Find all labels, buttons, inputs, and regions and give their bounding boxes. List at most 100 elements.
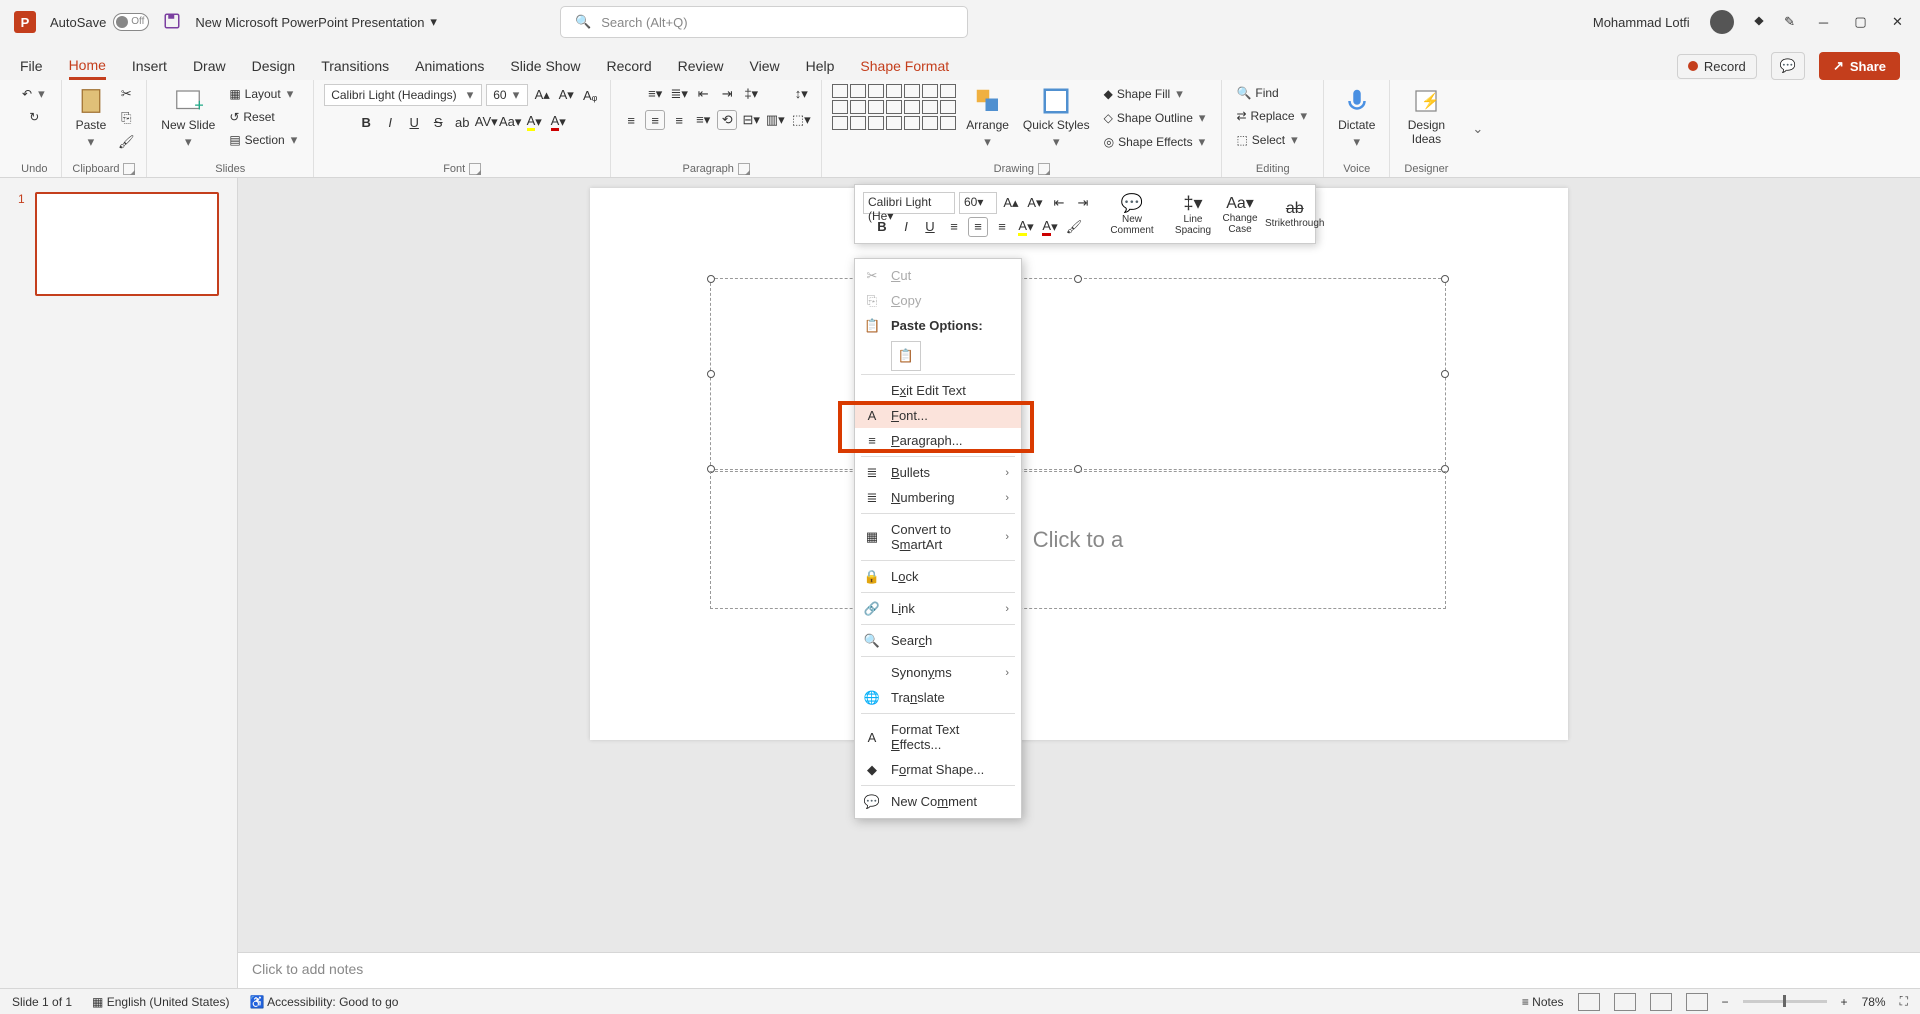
paragraph-launcher[interactable] [738, 163, 750, 175]
justify-button[interactable]: ≡▾ [693, 110, 713, 130]
select-button[interactable]: ⬚ Select▾ [1232, 130, 1303, 150]
sorter-view-button[interactable] [1614, 993, 1636, 1011]
underline-button[interactable]: U [404, 112, 424, 132]
paint-icon[interactable]: ✎ [1784, 14, 1795, 30]
smartart-button[interactable]: ⬚▾ [791, 110, 811, 130]
tab-draw[interactable]: Draw [193, 52, 226, 80]
minimize-button[interactable]: ─ [1815, 14, 1832, 31]
zoom-level[interactable]: 78% [1862, 995, 1886, 1009]
font-name-input[interactable]: Calibri Light (Headings)▾ [324, 84, 482, 106]
mini-italic[interactable]: I [896, 217, 916, 237]
tab-help[interactable]: Help [806, 52, 835, 80]
zoom-in-button[interactable]: + [1841, 995, 1848, 1009]
dictate-button[interactable]: Dictate▾ [1334, 84, 1379, 152]
ctx-new-comment[interactable]: 💬New Comment [855, 789, 1021, 814]
tab-view[interactable]: View [750, 52, 780, 80]
shadow-button[interactable]: ab [452, 112, 472, 132]
ctx-paragraph[interactable]: ≡Paragraph... [855, 428, 1021, 453]
mini-align-right[interactable]: ≡ [992, 217, 1012, 237]
mini-font-color[interactable]: A▾ [1040, 217, 1060, 237]
tab-review[interactable]: Review [678, 52, 724, 80]
ctx-exit-edit[interactable]: Exit Edit Text [855, 378, 1021, 403]
slide-canvas[interactable]: Click to a [590, 188, 1568, 740]
align-text-button[interactable]: ⊟▾ [741, 110, 761, 130]
tab-transitions[interactable]: Transitions [321, 52, 389, 80]
notes-area[interactable]: Click to add notes [238, 952, 1920, 988]
slideshow-view-button[interactable] [1686, 993, 1708, 1011]
ctx-translate[interactable]: 🌐Translate [855, 685, 1021, 710]
tab-record[interactable]: Record [606, 52, 651, 80]
tab-insert[interactable]: Insert [132, 52, 167, 80]
mini-font-name[interactable]: Calibri Light (He▾ [863, 192, 955, 214]
zoom-slider[interactable] [1743, 1000, 1827, 1003]
title-placeholder[interactable] [710, 278, 1446, 470]
zoom-out-button[interactable]: − [1722, 995, 1729, 1009]
grow-font-button[interactable]: A▴ [532, 85, 552, 105]
tab-design[interactable]: Design [252, 52, 296, 80]
mini-underline[interactable]: U [920, 217, 940, 237]
copy-button[interactable]: ⎘ [116, 108, 136, 128]
numbering-button[interactable]: ≣▾ [669, 84, 689, 104]
ctx-numbering[interactable]: ≣Numbering› [855, 485, 1021, 510]
toggle-switch[interactable]: Off [113, 13, 149, 31]
maximize-button[interactable]: ▢ [1852, 14, 1869, 31]
spacing-button[interactable]: AV▾ [476, 112, 496, 132]
fit-window-button[interactable]: ⛶ [1900, 994, 1908, 1009]
tab-animations[interactable]: Animations [415, 52, 484, 80]
shape-fill-button[interactable]: ◆ Shape Fill▾ [1100, 84, 1189, 104]
avatar[interactable] [1710, 10, 1734, 34]
slide-thumbnail[interactable] [35, 192, 219, 296]
mini-line-spacing[interactable]: ‡▾Line Spacing [1171, 193, 1215, 236]
format-painter-button[interactable]: 🖌 [116, 132, 136, 152]
font-color-button[interactable]: A▾ [548, 112, 568, 132]
highlight-button[interactable]: A▾ [524, 112, 544, 132]
font-size-input[interactable]: 60▾ [486, 84, 528, 106]
language-status[interactable]: ▦ English (United States) [92, 995, 229, 1009]
autosave-toggle[interactable]: AutoSave Off [50, 13, 149, 31]
ctx-format-shape[interactable]: ◆Format Shape... [855, 757, 1021, 782]
record-button[interactable]: Record [1677, 54, 1757, 79]
diamond-icon[interactable]: ⯁ [1754, 14, 1764, 30]
tab-slideshow[interactable]: Slide Show [510, 52, 580, 80]
close-button[interactable]: ✕ [1889, 14, 1906, 31]
line-spacing-button[interactable]: ‡▾ [741, 84, 761, 104]
reset-button[interactable]: ↺ Reset [225, 108, 278, 126]
align-right-button[interactable]: ≡ [669, 110, 689, 130]
mini-grow-font[interactable]: A▴ [1001, 193, 1021, 213]
strike-button[interactable]: S [428, 112, 448, 132]
tab-home[interactable]: Home [69, 51, 106, 80]
design-ideas-button[interactable]: ⚡Design Ideas [1400, 84, 1452, 148]
clipboard-launcher[interactable] [123, 163, 135, 175]
mini-change-case[interactable]: Aa▾Change Case [1219, 193, 1261, 235]
mini-shrink-font[interactable]: A▾ [1025, 193, 1045, 213]
ctx-synonyms[interactable]: Synonyms› [855, 660, 1021, 685]
bold-button[interactable]: B [356, 112, 376, 132]
drawing-launcher[interactable] [1038, 163, 1050, 175]
save-icon[interactable] [163, 12, 181, 33]
section-button[interactable]: ▤ Section▾ [225, 130, 303, 150]
ctx-paste-option[interactable]: 📋 [891, 341, 921, 371]
reading-view-button[interactable] [1650, 993, 1672, 1011]
notes-button[interactable]: ≡ Notes [1522, 995, 1564, 1009]
accessibility-status[interactable]: ♿ Accessibility: Good to go [249, 995, 398, 1009]
cut-button[interactable]: ✂ [116, 84, 136, 104]
shapes-gallery[interactable] [832, 84, 956, 130]
ctx-smartart[interactable]: ▦Convert to SmartArt› [855, 517, 1021, 557]
mini-align-center[interactable]: ≡ [968, 217, 988, 237]
align-center-button[interactable]: ≡ [645, 110, 665, 130]
mini-font-size[interactable]: 60▾ [959, 192, 997, 214]
bullets-button[interactable]: ≡▾ [645, 84, 665, 104]
ctx-text-effects[interactable]: AFormat Text Effects... [855, 717, 1021, 757]
layout-button[interactable]: ▦ Layout▾ [225, 84, 299, 104]
user-name[interactable]: Mohammad Lotfi [1593, 15, 1690, 30]
undo-button[interactable]: ↶ ▾ [18, 84, 51, 104]
ctx-lock[interactable]: 🔒Lock [855, 564, 1021, 589]
italic-button[interactable]: I [380, 112, 400, 132]
ctx-font[interactable]: AFont... [855, 403, 1021, 428]
share-button[interactable]: ↗Share [1819, 52, 1900, 80]
ctx-copy[interactable]: ⎘Copy [855, 288, 1021, 313]
mini-format-painter[interactable]: 🖌 [1064, 217, 1084, 237]
mini-strikethrough[interactable]: abStrikethrough [1265, 200, 1324, 229]
mini-indent[interactable]: ⇥ [1073, 193, 1093, 213]
paste-button[interactable]: Paste▾ [72, 84, 111, 152]
